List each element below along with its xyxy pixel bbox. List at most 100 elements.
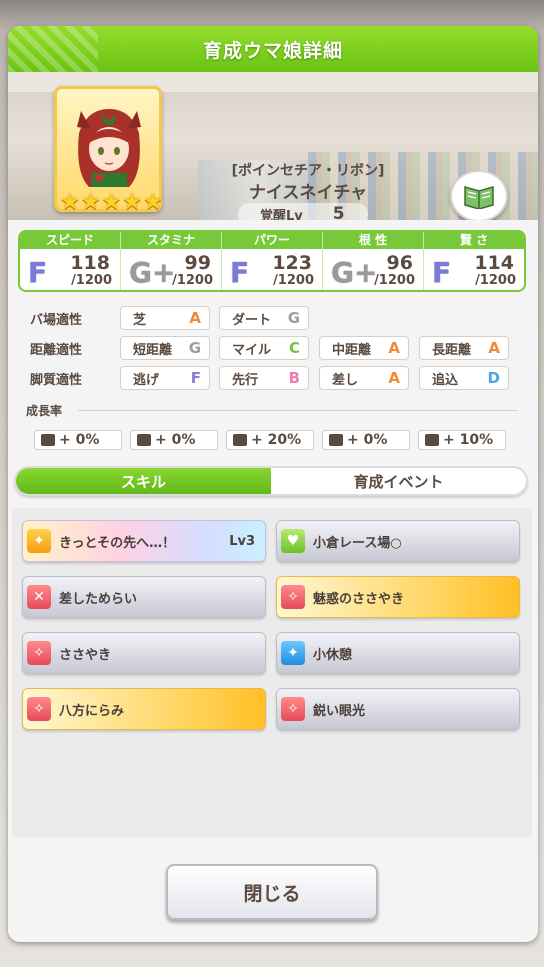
aptitude-mile: マイル C [219, 336, 309, 360]
aptitude-rank: A [488, 339, 500, 357]
growth-value: + 0% [347, 432, 388, 448]
row-label: 距離適性 [30, 342, 83, 358]
stat-power: パワー F 123 /1200 [221, 232, 322, 290]
stat-speed: スピード F 118 /1200 [20, 232, 120, 290]
close-button[interactable]: 閉じる [166, 864, 378, 920]
skill-item[interactable]: ✧ ささやき [22, 632, 266, 674]
aptitude-name: 差し [332, 372, 359, 388]
stat-max: /1200 [475, 273, 516, 288]
aptitude-name: 先行 [232, 372, 259, 388]
star-icon: ★ [122, 190, 142, 215]
stat-wisdom: 賢 さ F 114 /1200 [423, 232, 524, 290]
skill-item[interactable]: ♥ 小倉レース場○ [276, 520, 520, 562]
aptitude-rank: A [388, 369, 400, 387]
star-icon: ★ [80, 190, 101, 215]
stat-grade: F [28, 256, 48, 289]
growth-speed: + 0% [34, 430, 122, 450]
stat-grade: F [230, 256, 250, 289]
skill-item[interactable]: ✧ 鋭い眼光 [276, 688, 520, 730]
shoe-icon [41, 434, 55, 446]
skill-name: ささやき [59, 647, 112, 663]
stat-grade: G+ [129, 256, 176, 289]
growth-power: + 20% [226, 430, 314, 450]
tab-training-events[interactable]: 育成イベント [271, 468, 526, 494]
growth-guts: + 0% [322, 430, 410, 450]
skill-list: ✦ きっとその先へ…！ Lv3 ♥ 小倉レース場○ ✕ 差しためらい ✧ 魅惑の… [12, 508, 532, 838]
stat-grade: F [432, 256, 452, 289]
stat-label: パワー [222, 232, 322, 249]
aptitude-name: 逃げ [133, 372, 160, 388]
stat-max: /1200 [374, 273, 415, 288]
aptitude-name: 芝 [133, 312, 147, 328]
skill-item[interactable]: ✧ 八方にらみ [22, 688, 266, 730]
skill-item[interactable]: ✕ 差しためらい [22, 576, 266, 618]
stat-value: 118 [70, 252, 110, 274]
aptitude-turf: 芝A [120, 306, 210, 330]
stat-label: スピード [20, 232, 120, 249]
stat-value: 99 [184, 252, 211, 274]
awakening-value: 5 [332, 204, 345, 220]
character-face-icon [77, 109, 141, 187]
debuff-skill-icon: ✧ [281, 697, 305, 721]
divider [78, 410, 518, 411]
aptitude-name: マイル [232, 342, 272, 358]
aptitude-medium: 中距離 A [319, 336, 409, 360]
awakening-label: 覚醒Lv [260, 208, 303, 221]
dialog-header: 育成ウマ娘詳細 [8, 26, 538, 72]
grad-cap-icon [425, 434, 439, 446]
star-icon: ★ [142, 190, 163, 215]
skill-level: Lv3 [229, 533, 255, 549]
stat-label: スタミナ [121, 232, 221, 249]
aptitude-long: 長距離 A [419, 336, 509, 360]
debuff-skill-icon: ✧ [27, 697, 51, 721]
book-icon [464, 186, 494, 209]
rarity-stars: ★ ★ ★ ★ ★ [60, 192, 163, 214]
track-aptitude-label: バ場適性 [30, 306, 118, 330]
skill-item[interactable]: ✦ 小休憩 [276, 632, 520, 674]
star-icon: ★ [101, 190, 122, 215]
aptitude-name: ダート [232, 312, 272, 328]
tab-skills[interactable]: スキル [16, 468, 271, 494]
flame-icon [329, 434, 343, 446]
skill-name: きっとその先へ…！ [59, 535, 176, 551]
growth-value: + 0% [155, 432, 196, 448]
character-epithet: [ポインセチア・リボン] [231, 163, 385, 179]
stat-max: /1200 [273, 273, 314, 288]
debuff-skill-icon: ✧ [27, 641, 51, 665]
stat-label: 根 性 [323, 232, 423, 249]
heart-icon [137, 434, 151, 446]
aptitude-name: 長距離 [432, 342, 472, 358]
growth-wisdom: + 10% [418, 430, 506, 450]
stat-max: /1200 [71, 273, 112, 288]
stat-guts: 根 性 G+ 96 /1200 [322, 232, 423, 290]
stats-panel: スピード F 118 /1200 スタミナ G+ 99 /1200 パワー F … [18, 230, 526, 292]
character-name: ナイスネイチャ [248, 183, 368, 203]
character-banner: ★ ★ ★ ★ ★ [ポインセチア・リボン] ナイスネイチャ 覚醒Lv 5 [8, 72, 538, 220]
header-decoration [8, 26, 98, 72]
star-icon: ★ [60, 190, 80, 215]
dialog-title: 育成ウマ娘詳細 [202, 39, 343, 62]
detail-tabs: スキル 育成イベント [14, 466, 528, 496]
skill-name: 鋭い眼光 [313, 703, 366, 719]
aptitude-front: 逃げ F [120, 366, 210, 390]
aptitude-rank: B [288, 369, 300, 387]
aptitude-dirt: ダート G [219, 306, 309, 330]
stat-max: /1200 [172, 273, 213, 288]
aptitude-rank: G [287, 309, 300, 327]
muscle-icon [233, 434, 247, 446]
aptitude-name: 短距離 [133, 342, 173, 358]
stat-stamina: スタミナ G+ 99 /1200 [120, 232, 221, 290]
aptitude-rank: A [189, 309, 201, 327]
debuff-skill-icon: ✕ [27, 585, 51, 609]
growth-value: + 0% [59, 432, 100, 448]
aptitude-rank: D [487, 369, 500, 387]
skill-item[interactable]: ✧ 魅惑のささやき [276, 576, 520, 618]
aptitude-rank: C [288, 339, 300, 357]
skill-item[interactable]: ✦ きっとその先へ…！ Lv3 [22, 520, 266, 562]
row-label: 脚質適性 [30, 372, 83, 388]
aptitude-pace: 先行 B [219, 366, 309, 390]
stat-label: 賢 さ [424, 232, 524, 249]
skill-name: 魅惑のささやき [313, 591, 405, 607]
growth-stamina: + 0% [130, 430, 218, 450]
book-button[interactable] [450, 170, 508, 220]
